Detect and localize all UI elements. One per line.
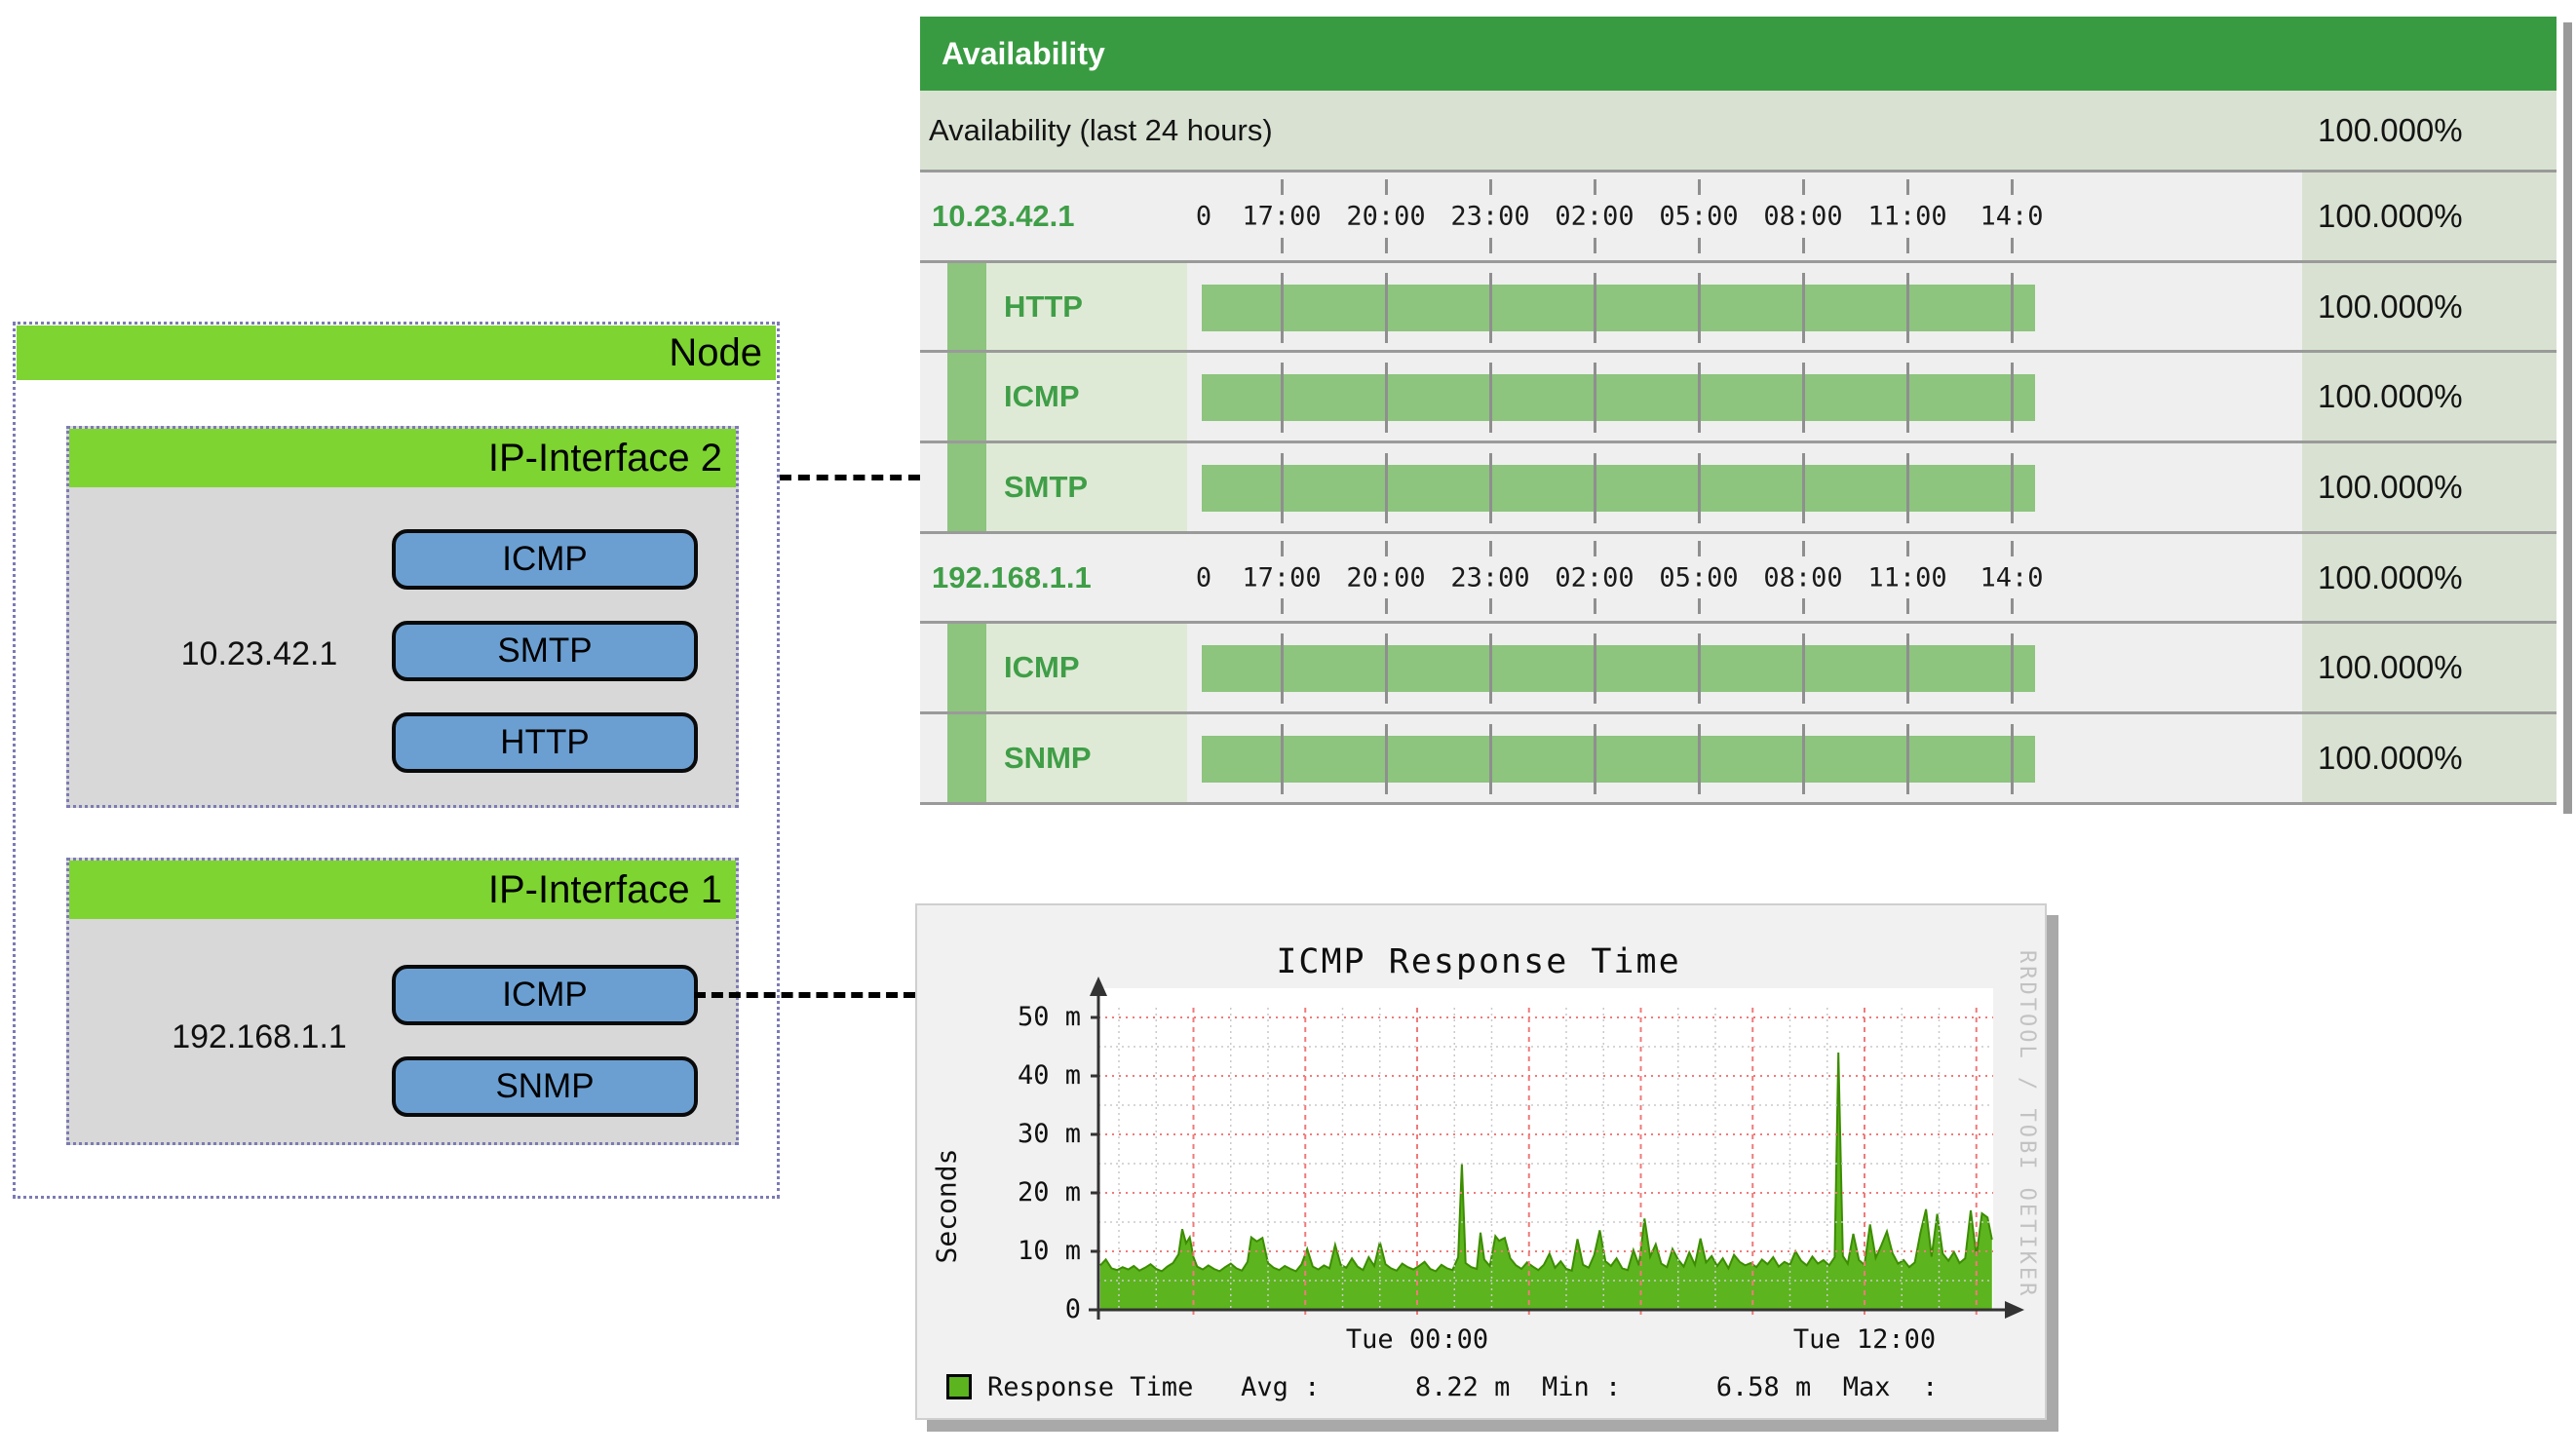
service-box-http: HTTP: [392, 712, 698, 773]
y-tick-label: 50 m: [993, 1002, 1081, 1032]
service-row-http: HTTP 100.000%: [920, 263, 2557, 353]
connector-interface2-to-table: [780, 475, 920, 480]
service-box-icmp: ICMP: [392, 529, 698, 590]
node-diagram: Node IP-Interface 2 10.23.42.1 ICMP SMTP…: [13, 322, 780, 1199]
y-tick-label: 30 m: [993, 1119, 1081, 1149]
legend-text: Response Time Avg : 8.22 m Min : 6.58 m …: [987, 1372, 2047, 1403]
connector-icmp-to-graph: [694, 992, 915, 998]
icmp-response-time-graph: ICMP Response Time RRDTOOL / TOBI OETIKE…: [915, 903, 2047, 1420]
availability-summary-label: Availability (last 24 hours): [929, 113, 1273, 148]
availability-table: Availability Availability (last 24 hours…: [920, 17, 2557, 805]
y-tick-label: 20 m: [993, 1177, 1081, 1207]
bar-ticks: [920, 624, 2557, 711]
y-axis-label: Seconds: [931, 1103, 963, 1310]
ip-interface-1-title: IP-Interface 1: [488, 861, 722, 919]
availability-table-header: Availability: [920, 17, 2557, 91]
ip-interface-2-box: IP-Interface 2 10.23.42.1 ICMP SMTP HTTP: [66, 426, 739, 808]
ip-interface-2-title: IP-Interface 2: [488, 429, 722, 487]
bar-ticks: [920, 714, 2557, 802]
availability-value-cell: 100.000%: [2302, 91, 2557, 170]
bar-ticks: [920, 353, 2557, 441]
service-box-snmp: SNMP: [392, 1056, 698, 1117]
y-tick-label: 10 m: [993, 1236, 1081, 1266]
ip-interface-1-header: IP-Interface 1: [69, 861, 736, 919]
service-row-icmp: ICMP 100.000%: [920, 624, 2557, 714]
interface-row-192-168-1-1: 192.168.1.1 0 17:00 20:00 23:00 02:00 05…: [920, 534, 2557, 624]
rrdtool-watermark: RRDTOOL / TOBI OETIKER: [2015, 950, 2039, 1369]
y-tick-label: 0: [993, 1294, 1081, 1324]
ip-interface-2-header: IP-Interface 2: [69, 429, 736, 487]
timeline-ticks: [920, 172, 2557, 260]
table-drop-shadow: [2563, 22, 2572, 814]
x-tick-label: Tue 12:00: [1757, 1324, 1972, 1355]
x-tick-label: Tue 00:00: [1310, 1324, 1524, 1355]
availability-table-title: Availability: [942, 17, 1105, 91]
service-box-smtp: SMTP: [392, 621, 698, 681]
availability-summary-row: Availability (last 24 hours) 100.000%: [920, 91, 2557, 172]
timeline-ticks: [920, 534, 2557, 621]
service-row-snmp: SNMP 100.000%: [920, 714, 2557, 805]
service-box-icmp: ICMP: [392, 965, 698, 1025]
bar-ticks: [920, 263, 2557, 350]
service-row-icmp: ICMP 100.000%: [920, 353, 2557, 443]
legend-swatch: [946, 1374, 972, 1399]
ip-interface-1-box: IP-Interface 1 192.168.1.1 ICMP SNMP: [66, 858, 739, 1145]
node-header: Node: [17, 326, 776, 380]
interface-row-10-23-42-1: 10.23.42.1 0 17:00 20:00 23:00 02:00 05:…: [920, 172, 2557, 263]
service-row-smtp: SMTP 100.000%: [920, 443, 2557, 534]
ip-interface-2-address: 10.23.42.1: [137, 635, 381, 673]
bar-ticks: [920, 443, 2557, 531]
ip-interface-1-address: 192.168.1.1: [137, 1018, 381, 1056]
graph-title: ICMP Response Time: [1089, 942, 1868, 981]
node-title: Node: [669, 326, 762, 380]
y-tick-label: 40 m: [993, 1060, 1081, 1091]
